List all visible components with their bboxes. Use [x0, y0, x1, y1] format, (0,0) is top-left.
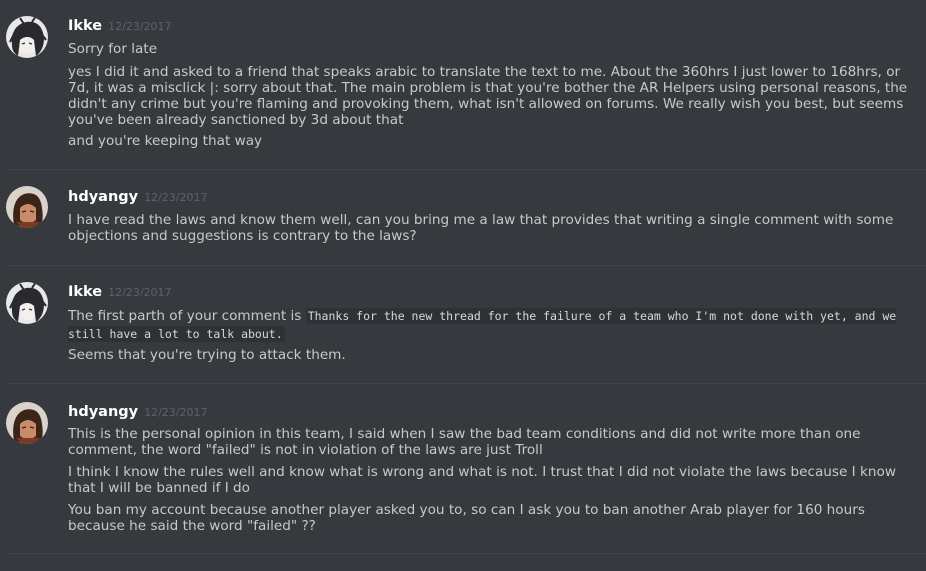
message-text: I have read the laws and know them well,… — [68, 212, 894, 244]
message-header: Ikke 12/23/2017 — [68, 18, 172, 34]
message-text: yes I did it and asked to a friend that … — [68, 64, 908, 128]
avatar-icon[interactable] — [6, 186, 48, 228]
timestamp: 12/23/2017 — [108, 286, 172, 299]
message-divider — [8, 553, 926, 554]
message-text: You ban my account because another playe… — [68, 502, 865, 534]
message-text: I think I know the rules well and know w… — [68, 464, 896, 496]
message-divider — [8, 169, 926, 170]
message-text: Sorry for late — [68, 41, 158, 57]
avatar-icon[interactable] — [6, 402, 48, 444]
timestamp: 12/23/2017 — [144, 191, 208, 204]
timestamp: 12/23/2017 — [144, 406, 208, 419]
message-text: Seems that you're trying to attack them. — [68, 347, 346, 363]
message-text: This is the personal opinion in this tea… — [68, 426, 861, 458]
message-text: The first parth of your comment is Thank… — [68, 307, 918, 343]
message-header: hdyangy 12/23/2017 — [68, 189, 208, 205]
timestamp: 12/23/2017 — [108, 20, 172, 33]
username[interactable]: Ikke — [68, 18, 102, 34]
avatar-icon[interactable] — [6, 16, 48, 58]
message-divider — [8, 265, 926, 266]
message-text-prefix: The first parth of your comment is — [68, 308, 306, 324]
message-text: and you're keeping that way — [68, 133, 263, 149]
message-header: hdyangy 12/23/2017 — [68, 404, 208, 420]
avatar-icon[interactable] — [6, 282, 48, 324]
message-header: Ikke 12/23/2017 — [68, 284, 172, 300]
username[interactable]: Ikke — [68, 284, 102, 300]
username[interactable]: hdyangy — [68, 189, 138, 205]
username[interactable]: hdyangy — [68, 404, 138, 420]
message-divider — [8, 383, 926, 384]
